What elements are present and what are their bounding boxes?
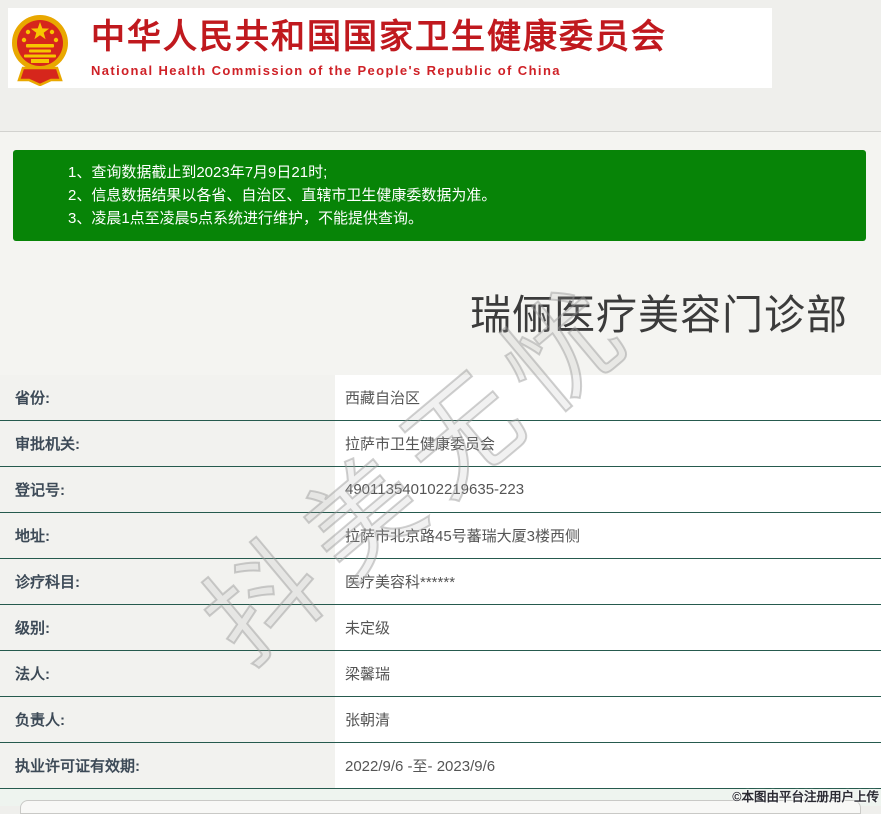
site-header: 中华人民共和国国家卫生健康委员会 National Health Commiss… — [8, 8, 772, 88]
china-national-emblem-icon — [9, 10, 71, 87]
field-value: 医疗美容科****** — [335, 559, 881, 604]
table-row-license-validity: 执业许可证有效期: 2022/9/6 -至- 2023/9/6 — [0, 743, 881, 789]
table-row-registration-number: 登记号: 490113540102219635-223 — [0, 467, 881, 513]
notice-line-2: 2、信息数据结果以各省、自治区、直辖市卫生健康委数据为准。 — [68, 187, 497, 204]
commission-title-cn: 中华人民共和国国家卫生健康委员会 — [91, 18, 667, 56]
field-value: 490113540102219635-223 — [335, 467, 881, 512]
org-name-title: 瑞俪医疗美容门诊部 — [470, 292, 848, 338]
field-label: 法人: — [0, 651, 335, 696]
field-label: 级别: — [0, 605, 335, 650]
notice-line-3: 3、凌晨1点至凌晨5点系统进行维护，不能提供查询。 — [68, 210, 424, 227]
field-label: 地址: — [0, 513, 335, 558]
field-label: 诊疗科目: — [0, 559, 335, 604]
image-upload-watermark: ©本图由平台注册用户上传 — [732, 790, 879, 804]
table-row-legal-person: 法人: 梁馨瑞 — [0, 651, 881, 697]
field-label: 负责人: — [0, 697, 335, 742]
table-row-address: 地址: 拉萨市北京路45号蕃瑞大厦3楼西侧 — [0, 513, 881, 559]
field-value: 拉萨市北京路45号蕃瑞大厦3楼西侧 — [335, 513, 881, 558]
field-value: 未定级 — [335, 605, 881, 650]
field-label: 省份: — [0, 375, 335, 420]
notice-line-1: 1、查询数据截止到2023年7月9日21时; — [68, 164, 328, 181]
field-value: 2022/9/6 -至- 2023/9/6 — [335, 743, 881, 788]
table-row-level: 级别: 未定级 — [0, 605, 881, 651]
table-row-province: 省份: 西藏自治区 — [0, 375, 881, 421]
header-titles: 中华人民共和国国家卫生健康委员会 National Health Commiss… — [91, 18, 667, 78]
field-value: 拉萨市卫生健康委员会 — [335, 421, 881, 466]
table-row-responsible-person: 负责人: 张朝清 — [0, 697, 881, 743]
table-row-treatment-subjects: 诊疗科目: 医疗美容科****** — [0, 559, 881, 605]
field-value: 梁馨瑞 — [335, 651, 881, 696]
field-value: 张朝清 — [335, 697, 881, 742]
notice-banner: 1、查询数据截止到2023年7月9日21时; 2、信息数据结果以各省、自治区、直… — [13, 150, 866, 241]
commission-title-en: National Health Commission of the People… — [91, 63, 561, 78]
field-value: 西藏自治区 — [335, 375, 881, 420]
table-row-approval-authority: 审批机关: 拉萨市卫生健康委员会 — [0, 421, 881, 467]
field-label: 审批机关: — [0, 421, 335, 466]
field-label: 登记号: — [0, 467, 335, 512]
org-info-table: 省份: 西藏自治区 审批机关: 拉萨市卫生健康委员会 登记号: 49011354… — [0, 375, 881, 789]
field-label: 执业许可证有效期: — [0, 743, 335, 788]
